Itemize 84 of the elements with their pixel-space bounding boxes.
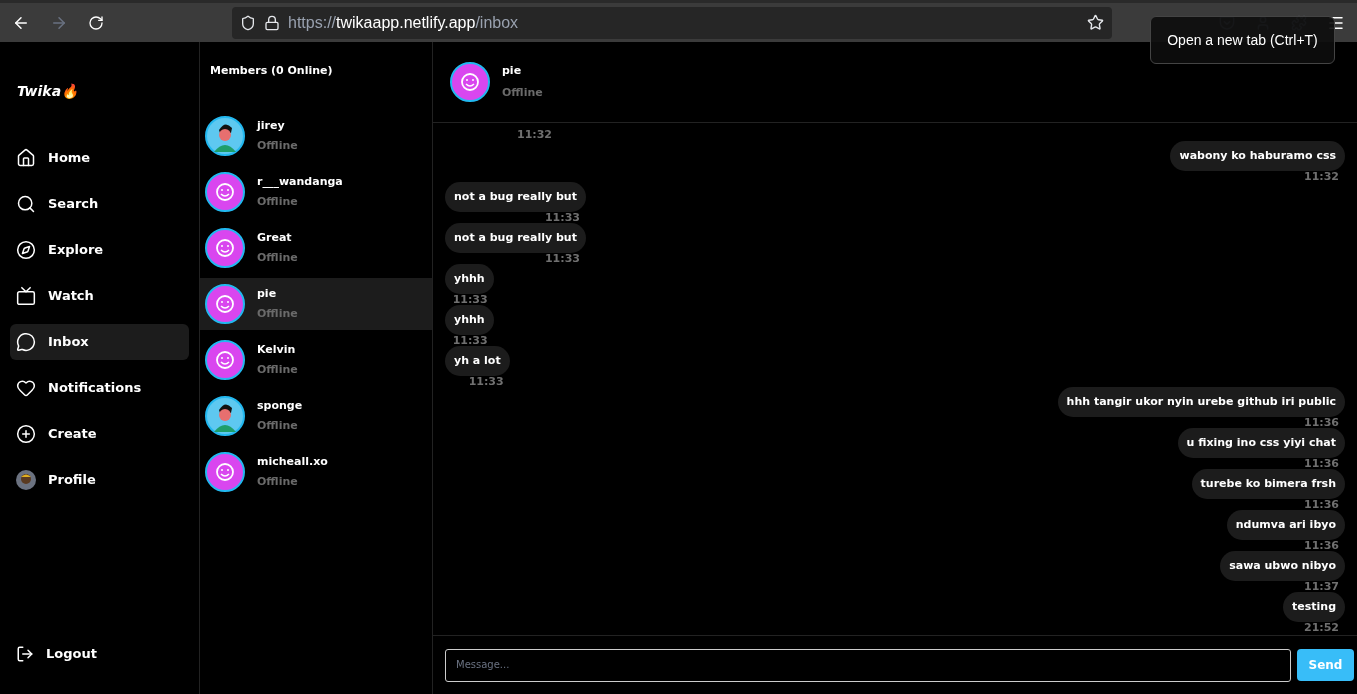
member-name: pie [257,286,278,302]
message-bubble: turebe ko bimera frsh [1191,469,1345,499]
message-bubble: hhh tangir ukor nyin urebe github iri public [1057,387,1345,417]
message-time: 11:33 [544,253,581,264]
bookmark-star-icon[interactable] [1087,14,1104,31]
logout-icon [16,645,34,663]
member-item[interactable]: Great Offline [200,222,432,274]
message-bubble: ndumva ari ibyo [1226,510,1345,540]
message-bubble: yhhh [445,264,494,294]
logo: Twika🔥 [17,82,79,101]
member-item[interactable]: r___wandanga Offline [200,166,432,218]
message-bubble: not a bug really but [445,223,586,253]
member-item[interactable]: jirey Offline [200,110,432,162]
nav-item[interactable]: Watch [10,278,189,314]
message-bubble: not a bug really but [445,182,586,212]
message-time: 21:52 [1304,622,1340,633]
member-status: Offline [257,473,299,490]
members-title: Members (0 Online) [210,64,333,77]
nav-item[interactable]: Notifications [10,370,189,406]
tooltip: Open a new tab (Ctrl+T) [1150,16,1335,64]
message-bubble: u fixing ino css yiyi chat [1177,428,1345,458]
nav-item[interactable]: Home [10,140,189,176]
message-bubble: sawa ubwo nibyo [1220,551,1345,581]
member-name: Kelvin [257,342,297,358]
member-name: r___wandanga [257,174,343,190]
smiley-avatar [205,340,245,380]
url-text: https://twikaapp.netlify.app/inbox [288,12,519,33]
search-icon [16,194,36,214]
member-name: Great [257,230,293,246]
message-time: 11:36 [1304,417,1340,428]
heart-icon [16,378,36,398]
member-name: micheall.xo [257,454,328,470]
home-icon [16,148,36,168]
message-time: 11:33 [452,335,489,346]
profile-avatar [16,470,36,490]
nav-item[interactable]: Search [10,186,189,222]
member-status: Offline [257,193,299,210]
message-time: 11:33 [544,212,581,223]
logout-item[interactable]: Logout [10,636,189,672]
message-time: 11:36 [1304,499,1340,510]
message-bubble: testing [1283,592,1345,622]
message-time: 11:37 [1304,581,1340,592]
nav-item[interactable]: Profile [10,462,189,498]
person-avatar [205,116,245,156]
smiley-avatar [205,228,245,268]
smiley-avatar [205,172,245,212]
tv-icon [16,286,36,306]
speech-bubble-icon [16,332,36,352]
nav-item[interactable]: Explore [10,232,189,268]
message-bubble: yh a lot [445,346,510,376]
chat-name: pie [502,63,523,79]
member-status: Offline [257,249,298,266]
shield-icon [240,14,256,31]
message-input[interactable]: Message... [445,648,1291,682]
member-status: Offline [257,417,299,434]
member-item[interactable]: micheall.xo Offline [200,446,432,498]
lock-icon [264,14,280,31]
reload-icon[interactable] [88,14,104,31]
member-status: Offline [257,305,298,322]
member-status: Offline [257,137,298,154]
message-time: 11:33 [452,294,489,305]
nav-item[interactable]: Inbox [10,324,189,360]
message-time: 11:36 [1304,458,1340,469]
member-item[interactable]: sponge Offline [200,390,432,442]
address-bar[interactable]: https://twikaapp.netlify.app/inbox [232,6,1112,39]
smiley-avatar [450,62,490,102]
message-bubble: yhhh [445,305,494,335]
compass-icon [16,240,36,260]
message-time: 11:32 [516,127,552,141]
chat-status: Offline [502,84,543,101]
member-item[interactable]: pie Offline [200,278,432,330]
person-avatar [205,396,245,436]
plus-circle-icon [16,424,36,444]
member-name: jirey [257,118,286,134]
member-item[interactable]: Kelvin Offline [200,334,432,386]
smiley-avatar [205,284,245,324]
nav-item[interactable]: Create [10,416,189,452]
smiley-avatar [205,452,245,492]
message-time: 11:32 [1304,171,1340,182]
message-time: 11:33 [468,376,505,387]
member-name: sponge [257,398,303,414]
message-time: 11:36 [1304,540,1340,551]
message-bubble: wabony ko haburamo css [1170,141,1345,171]
member-status: Offline [257,361,298,378]
